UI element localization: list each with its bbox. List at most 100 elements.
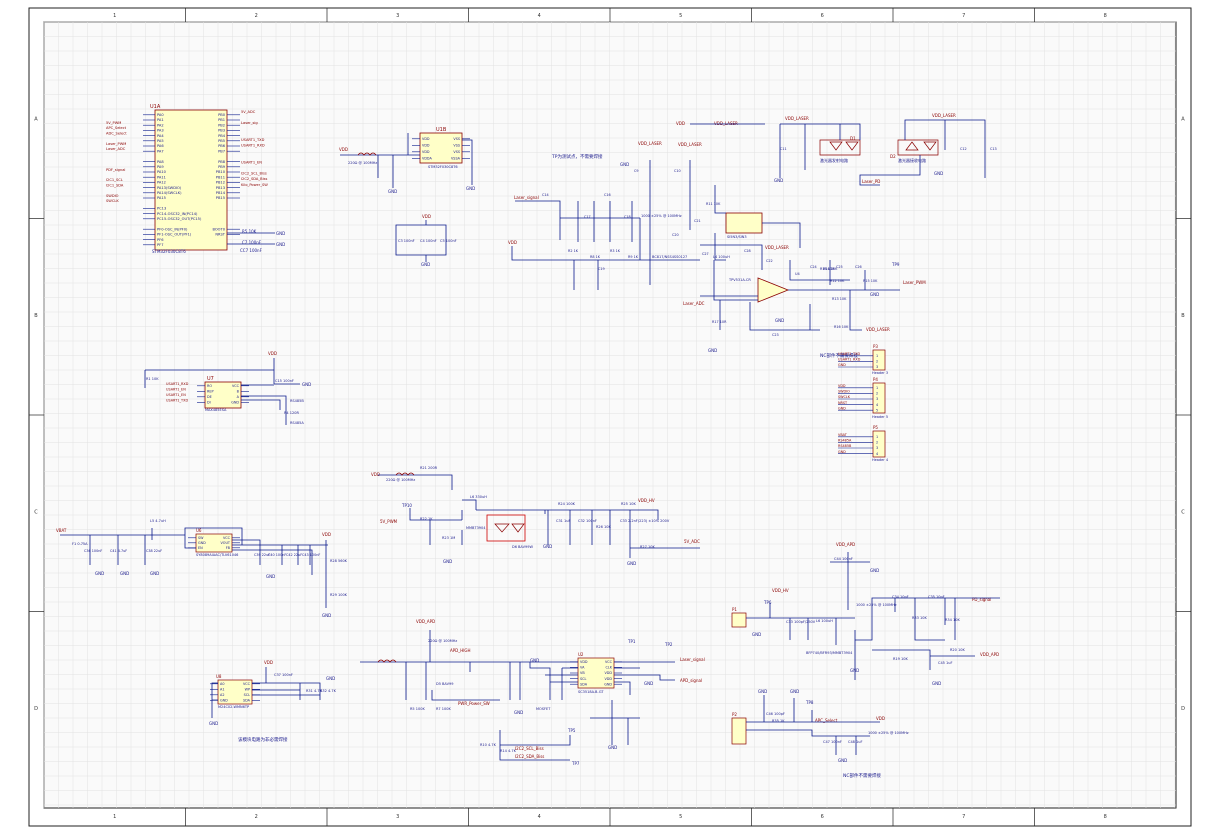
apd-tp5: TP5 — [567, 728, 576, 733]
mcu-net-label: ADC_Select — [106, 131, 127, 135]
mcu-net-label: SWCLK — [106, 199, 119, 203]
laser-gnd-a: GND — [620, 162, 629, 167]
rx-p1-body[interactable] — [731, 612, 747, 628]
mcu-pin-label: PF7 — [157, 243, 164, 247]
mcu-cc-label: CC7 100nF — [240, 248, 263, 253]
rs485-ref: U7 — [207, 376, 214, 382]
laser-vdd-laser-6: VDD_LASER — [765, 245, 789, 250]
laser-capacitor-label: C14 — [542, 193, 549, 197]
mcu-pin-label: PA3 — [157, 129, 164, 133]
apd-q: MOSFET — [536, 707, 551, 711]
conn-pin-number: 1 — [876, 386, 878, 390]
boost-cout-1: C31 1uF — [556, 519, 570, 523]
p5-name: Header 4 — [872, 458, 889, 462]
laser-u-label: SI5N3/SIN3 — [727, 235, 747, 239]
apc-gnd-2: GND — [790, 689, 799, 694]
boost-r3: R23 1M — [442, 536, 455, 540]
laser-capacitor-label: C10 — [674, 169, 681, 173]
laser-capacitor-label: C12 — [960, 147, 967, 151]
apc-p2-body[interactable] — [731, 717, 747, 745]
buck-capacitor-label: C42 22uF — [286, 553, 302, 557]
eeprom-ref: U8 — [216, 674, 222, 679]
boost-l: L6 330uH — [470, 495, 487, 499]
laser-u-body[interactable] — [725, 212, 763, 234]
ic-pin-label: GND — [198, 541, 206, 545]
mcu-pin-label: PA15 — [157, 196, 166, 200]
mcu-pin-label: PA4 — [157, 134, 164, 138]
buck-gnd-5: GND — [322, 613, 331, 618]
laser-capacitor-label: C26 — [855, 265, 862, 269]
mcu-pin-label: PA5 — [157, 139, 164, 143]
rs485-out-a: RS485A — [290, 421, 304, 425]
ic-pin-label: SDA — [243, 699, 251, 703]
laser-capacitor-label: C13 — [990, 147, 997, 151]
mcu-pin-label: PB11 — [216, 175, 225, 179]
conn-net-label: VDD — [838, 384, 846, 388]
mcu-pin-label: PB4 — [218, 134, 226, 138]
ldo-bead: 220Ω @ 100MHz — [348, 161, 377, 165]
boost-rout-1: R24 100K — [558, 502, 576, 506]
ic-pin-label: VCC — [223, 536, 231, 540]
ic-pin-label: VDDA — [422, 157, 432, 161]
p3-body[interactable] — [872, 349, 886, 371]
conn-net-label: USART1_TXD — [838, 352, 860, 356]
laser-resistor-label: R13 10K — [832, 297, 847, 301]
apc-p2: P2 — [732, 712, 737, 717]
rs485-c: C15 100nF — [275, 379, 294, 383]
conn-net-label: VBAT — [838, 433, 848, 437]
apd-r4: R14 4.7K — [500, 749, 517, 753]
decoupling-c3: C5 100nF — [440, 239, 457, 243]
laser-resistor-label: R16 10K — [834, 325, 849, 329]
conn-pin-number: 4 — [876, 452, 878, 456]
mcu-net-label: APC_Select — [106, 126, 127, 130]
apc-c3: C48 1uF — [848, 740, 862, 744]
boost-cout-2: C32 100nF — [578, 519, 597, 523]
rx-p1: P1 — [732, 607, 737, 612]
laser-vdd-laser-4: VDD_LASER — [638, 141, 662, 146]
conn-net-label: GND — [838, 363, 846, 367]
rx-vdd-apd-2: VDD_APD — [980, 652, 999, 657]
zone-col-label: 8 — [1104, 13, 1107, 19]
mcu-net-label: I2C2_SCL_Biss — [241, 172, 267, 176]
p5-body[interactable] — [872, 430, 886, 458]
apc-note: NC部件不需要焊接 — [843, 772, 882, 779]
boost-cap-hv: C33 2.2nF(223) ±10% 200V — [620, 519, 670, 523]
rs485-pins: ROREPDEDIVCCBAGNDUSART1_RXDUSART1_ENUSAR… — [166, 382, 249, 405]
mcu-pin-label: PC13 — [157, 207, 166, 211]
ic-pin-label: GND — [604, 682, 612, 686]
laser-pd-net: Laser_PD — [862, 179, 880, 184]
laser-resistor-label: R8 1K — [590, 255, 601, 259]
laser-gnd-b: GND — [774, 178, 783, 183]
mcu-net-label: Kilo_Power_SW — [241, 183, 268, 187]
rx-r4: R34 10K — [945, 618, 960, 622]
ic-pin-label: VDD — [604, 671, 612, 675]
decoupling-c1: C3 100nF — [398, 239, 415, 243]
eeprom-vdd: VDD — [264, 660, 273, 665]
laser-vdd-laser-1: VDD_LASER — [714, 121, 738, 126]
laser-capacitor-label: C9 — [634, 169, 639, 173]
mcu-pin-label: PC14-OSC32_IN(PC14) — [157, 212, 198, 216]
rs485-net-label: USART1_TXD — [166, 399, 188, 403]
apd-bead: 220Ω @ 100MHz — [428, 639, 457, 643]
p4-body[interactable] — [872, 382, 886, 414]
ic-pin-label: VSS — [453, 150, 460, 154]
ic-pin-label: VDD — [580, 660, 588, 664]
rx-vdd-apd-1: VDD_APD — [836, 542, 855, 547]
rx-gnd-2: GND — [870, 568, 879, 573]
apc-bead: 1000 ±25% @ 100MHz — [868, 731, 909, 735]
ldo-name: STM32F030C8T6 — [428, 165, 458, 169]
eeprom-r2: R32 4.7K — [320, 689, 337, 693]
laser-capacitor-label: C20 — [672, 233, 679, 237]
apd-r1: R5 100K — [410, 707, 425, 711]
zone-col-label: 5 — [679, 814, 682, 820]
laser-opa-label: U4 — [795, 272, 801, 276]
buck-capacitor-label: C41 4.7uF — [110, 549, 127, 553]
ldo-vdd: VDD — [339, 147, 348, 152]
mcu-pin-label: PF1-OSC_OUT(PF1) — [157, 233, 192, 237]
buck-capacitor-label: C40 100nF — [268, 553, 286, 557]
eeprom-cap: C37 100nF — [274, 673, 293, 677]
laser-capacitor-label: C19 — [598, 267, 605, 271]
boost-r1: R21 200R — [420, 466, 438, 470]
zone-row-label: D — [1181, 706, 1185, 712]
mcu-name: STM32F030C8T6 — [152, 249, 186, 254]
